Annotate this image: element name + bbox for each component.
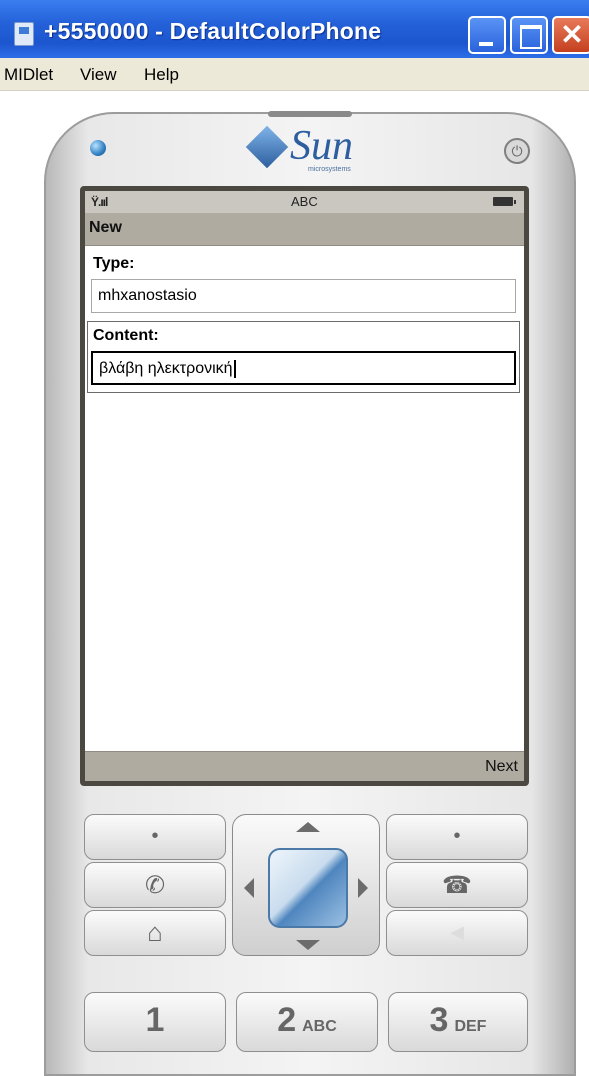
softkey-bar: Next: [85, 751, 524, 781]
right-soft-dot-icon: •: [453, 825, 461, 847]
key-3-digit: 3: [429, 1001, 449, 1039]
maximize-icon: [520, 25, 542, 49]
window-title: +5550000 - DefaultColorPhone: [44, 18, 382, 44]
left-soft-dot-icon: •: [151, 825, 159, 847]
sun-logo: Sun microsystems: [245, 123, 376, 178]
minimize-icon: [479, 42, 493, 46]
call-key[interactable]: ✆: [84, 862, 226, 908]
right-soft-key[interactable]: •: [386, 814, 528, 860]
key-2-digit: 2: [277, 1001, 297, 1039]
menu-midlet[interactable]: MIDlet: [4, 65, 53, 85]
phone-screen: Ÿ.ııl ABC New Type: mhxanostasio Content…: [80, 186, 529, 786]
type-field-value: mhxanostasio: [98, 287, 197, 304]
type-label: Type:: [93, 255, 135, 272]
form-title-bar: New: [85, 213, 524, 246]
key-3-letters: DEF: [454, 1018, 487, 1035]
battery-icon: [493, 197, 516, 206]
window-titlebar[interactable]: +5550000 - DefaultColorPhone ✕: [0, 0, 589, 58]
form-title: New: [89, 219, 122, 236]
nav-left-icon[interactable]: [244, 878, 254, 898]
phone-speaker: [268, 111, 352, 117]
content-field[interactable]: βλάβη ηλεκτρονική: [91, 351, 516, 385]
close-button[interactable]: ✕: [552, 16, 589, 54]
home-key[interactable]: ⌂: [84, 910, 226, 956]
menu-help[interactable]: Help: [144, 65, 179, 85]
key-1-digit: 1: [145, 1001, 165, 1039]
key-2[interactable]: 2 ABC: [236, 992, 378, 1052]
sun-subtitle: microsystems: [308, 166, 351, 173]
end-call-key[interactable]: ☎: [386, 862, 528, 908]
power-button[interactable]: ⏻: [504, 138, 530, 164]
menubar: MIDlet View Help: [0, 58, 589, 91]
key-3[interactable]: 3 DEF: [388, 992, 528, 1052]
type-field[interactable]: mhxanostasio: [91, 279, 516, 313]
nav-down-icon[interactable]: [296, 940, 320, 950]
nav-right-icon[interactable]: [358, 878, 368, 898]
text-cursor: [233, 359, 236, 378]
close-icon: ✕: [560, 19, 584, 50]
app-icon: [14, 22, 34, 46]
nav-select-button[interactable]: [268, 848, 348, 928]
maximize-button[interactable]: [510, 16, 548, 54]
status-bar: Ÿ.ııl ABC: [85, 191, 524, 213]
end-call-icon: ☎: [442, 872, 472, 899]
call-icon: ✆: [144, 872, 166, 899]
softkey-next[interactable]: Next: [485, 758, 518, 776]
content-label: Content:: [93, 327, 159, 344]
sun-wordmark: Sun: [290, 123, 353, 169]
signal-icon: Ÿ.ııl: [91, 195, 108, 209]
input-mode-indicator: ABC: [291, 194, 318, 209]
sun-diamond-icon: [245, 125, 289, 169]
power-icon: ⏻: [511, 143, 523, 159]
key-2-letters: ABC: [302, 1018, 337, 1035]
led-indicator-icon: [90, 140, 106, 156]
content-field-value: βλάβη ηλεκτρονική: [99, 360, 233, 377]
left-soft-key[interactable]: •: [84, 814, 226, 860]
nav-up-icon[interactable]: [296, 822, 320, 832]
clear-key[interactable]: ◀: [386, 910, 528, 956]
clear-icon: ◀: [450, 922, 464, 942]
key-1[interactable]: 1: [84, 992, 226, 1052]
menu-view[interactable]: View: [80, 65, 117, 85]
minimize-button[interactable]: [468, 16, 506, 54]
home-icon: ⌂: [147, 917, 163, 947]
